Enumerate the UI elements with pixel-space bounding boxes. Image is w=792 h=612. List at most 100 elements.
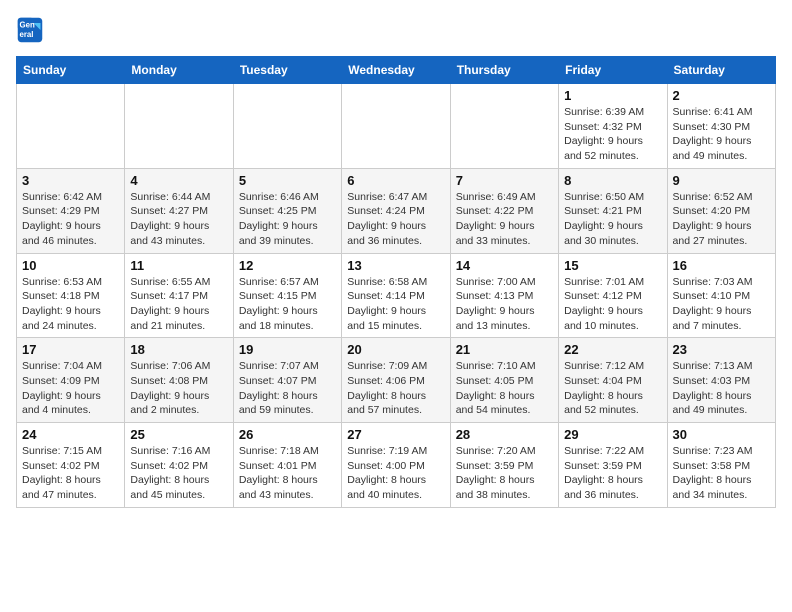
weekday-header-tuesday: Tuesday [233,57,341,84]
header: Gen eral [16,16,776,44]
day-number: 21 [456,342,553,357]
day-info: Sunrise: 7:19 AM Sunset: 4:00 PM Dayligh… [347,444,444,503]
logo-icon: Gen eral [16,16,44,44]
day-number: 7 [456,173,553,188]
day-info: Sunrise: 7:09 AM Sunset: 4:06 PM Dayligh… [347,359,444,418]
day-number: 16 [673,258,770,273]
calendar-cell: 22 Sunrise: 7:12 AM Sunset: 4:04 PM Dayli… [559,338,667,423]
weekday-header-friday: Friday [559,57,667,84]
day-info: Sunrise: 6:49 AM Sunset: 4:22 PM Dayligh… [456,190,553,249]
day-number: 17 [22,342,119,357]
day-info: Sunrise: 7:16 AM Sunset: 4:02 PM Dayligh… [130,444,227,503]
day-number: 19 [239,342,336,357]
day-info: Sunrise: 7:12 AM Sunset: 4:04 PM Dayligh… [564,359,661,418]
day-info: Sunrise: 6:44 AM Sunset: 4:27 PM Dayligh… [130,190,227,249]
calendar-cell [233,84,341,169]
week-row-4: 17 Sunrise: 7:04 AM Sunset: 4:09 PM Dayli… [17,338,776,423]
calendar-cell [450,84,558,169]
calendar-cell: 8 Sunrise: 6:50 AM Sunset: 4:21 PM Daylig… [559,168,667,253]
calendar-cell: 25 Sunrise: 7:16 AM Sunset: 4:02 PM Dayli… [125,423,233,508]
day-number: 28 [456,427,553,442]
week-row-1: 1 Sunrise: 6:39 AM Sunset: 4:32 PM Daylig… [17,84,776,169]
day-info: Sunrise: 7:07 AM Sunset: 4:07 PM Dayligh… [239,359,336,418]
svg-text:eral: eral [20,30,34,39]
calendar-cell [125,84,233,169]
day-info: Sunrise: 6:58 AM Sunset: 4:14 PM Dayligh… [347,275,444,334]
calendar-table: SundayMondayTuesdayWednesdayThursdayFrid… [16,56,776,508]
day-number: 30 [673,427,770,442]
calendar-cell: 21 Sunrise: 7:10 AM Sunset: 4:05 PM Dayli… [450,338,558,423]
day-info: Sunrise: 7:15 AM Sunset: 4:02 PM Dayligh… [22,444,119,503]
day-number: 2 [673,88,770,103]
day-number: 11 [130,258,227,273]
day-info: Sunrise: 6:57 AM Sunset: 4:15 PM Dayligh… [239,275,336,334]
calendar-cell [17,84,125,169]
day-number: 8 [564,173,661,188]
calendar-cell: 2 Sunrise: 6:41 AM Sunset: 4:30 PM Daylig… [667,84,775,169]
weekday-header-thursday: Thursday [450,57,558,84]
day-number: 4 [130,173,227,188]
day-number: 27 [347,427,444,442]
calendar-cell: 28 Sunrise: 7:20 AM Sunset: 3:59 PM Dayli… [450,423,558,508]
day-number: 5 [239,173,336,188]
calendar-cell: 9 Sunrise: 6:52 AM Sunset: 4:20 PM Daylig… [667,168,775,253]
day-info: Sunrise: 7:01 AM Sunset: 4:12 PM Dayligh… [564,275,661,334]
day-info: Sunrise: 6:50 AM Sunset: 4:21 PM Dayligh… [564,190,661,249]
day-number: 24 [22,427,119,442]
day-info: Sunrise: 7:04 AM Sunset: 4:09 PM Dayligh… [22,359,119,418]
day-info: Sunrise: 6:53 AM Sunset: 4:18 PM Dayligh… [22,275,119,334]
logo: Gen eral [16,16,48,44]
day-info: Sunrise: 6:55 AM Sunset: 4:17 PM Dayligh… [130,275,227,334]
day-number: 3 [22,173,119,188]
calendar-cell: 11 Sunrise: 6:55 AM Sunset: 4:17 PM Dayli… [125,253,233,338]
day-info: Sunrise: 7:03 AM Sunset: 4:10 PM Dayligh… [673,275,770,334]
calendar-cell [342,84,450,169]
week-row-5: 24 Sunrise: 7:15 AM Sunset: 4:02 PM Dayli… [17,423,776,508]
day-info: Sunrise: 7:06 AM Sunset: 4:08 PM Dayligh… [130,359,227,418]
day-number: 26 [239,427,336,442]
day-info: Sunrise: 7:00 AM Sunset: 4:13 PM Dayligh… [456,275,553,334]
calendar-cell: 1 Sunrise: 6:39 AM Sunset: 4:32 PM Daylig… [559,84,667,169]
calendar-cell: 27 Sunrise: 7:19 AM Sunset: 4:00 PM Dayli… [342,423,450,508]
calendar-cell: 29Sunrise: 7:22 AM Sunset: 3:59 PM Dayli… [559,423,667,508]
weekday-header-monday: Monday [125,57,233,84]
day-number: 18 [130,342,227,357]
day-info: Sunrise: 7:18 AM Sunset: 4:01 PM Dayligh… [239,444,336,503]
day-info: Sunrise: 7:23 AM Sunset: 3:58 PM Dayligh… [673,444,770,503]
day-info: Sunrise: 6:46 AM Sunset: 4:25 PM Dayligh… [239,190,336,249]
day-info: Sunrise: 7:10 AM Sunset: 4:05 PM Dayligh… [456,359,553,418]
day-info: Sunrise: 6:39 AM Sunset: 4:32 PM Dayligh… [564,105,661,164]
calendar-cell: 3 Sunrise: 6:42 AM Sunset: 4:29 PM Daylig… [17,168,125,253]
day-info: Sunrise: 7:20 AM Sunset: 3:59 PM Dayligh… [456,444,553,503]
day-info: Sunrise: 6:41 AM Sunset: 4:30 PM Dayligh… [673,105,770,164]
calendar-cell: 6Sunrise: 6:47 AM Sunset: 4:24 PM Daylig… [342,168,450,253]
day-number: 10 [22,258,119,273]
svg-text:Gen: Gen [20,20,35,29]
calendar-cell: 23Sunrise: 7:13 AM Sunset: 4:03 PM Dayli… [667,338,775,423]
day-number: 15 [564,258,661,273]
calendar-cell: 18 Sunrise: 7:06 AM Sunset: 4:08 PM Dayli… [125,338,233,423]
day-info: Sunrise: 6:52 AM Sunset: 4:20 PM Dayligh… [673,190,770,249]
calendar-cell: 5 Sunrise: 6:46 AM Sunset: 4:25 PM Daylig… [233,168,341,253]
calendar-cell: 14Sunrise: 7:00 AM Sunset: 4:13 PM Dayli… [450,253,558,338]
day-number: 13 [347,258,444,273]
day-number: 25 [130,427,227,442]
calendar-cell: 30 Sunrise: 7:23 AM Sunset: 3:58 PM Dayli… [667,423,775,508]
weekday-header-row: SundayMondayTuesdayWednesdayThursdayFrid… [17,57,776,84]
calendar-cell: 13 Sunrise: 6:58 AM Sunset: 4:14 PM Dayli… [342,253,450,338]
day-info: Sunrise: 7:22 AM Sunset: 3:59 PM Dayligh… [564,444,661,503]
day-info: Sunrise: 6:42 AM Sunset: 4:29 PM Dayligh… [22,190,119,249]
day-number: 20 [347,342,444,357]
day-info: Sunrise: 7:13 AM Sunset: 4:03 PM Dayligh… [673,359,770,418]
day-number: 22 [564,342,661,357]
weekday-header-wednesday: Wednesday [342,57,450,84]
day-number: 12 [239,258,336,273]
calendar-cell: 24 Sunrise: 7:15 AM Sunset: 4:02 PM Dayli… [17,423,125,508]
day-number: 9 [673,173,770,188]
calendar-cell: 16 Sunrise: 7:03 AM Sunset: 4:10 PM Dayli… [667,253,775,338]
calendar-cell: 12 Sunrise: 6:57 AM Sunset: 4:15 PM Dayli… [233,253,341,338]
calendar-cell: 7 Sunrise: 6:49 AM Sunset: 4:22 PM Daylig… [450,168,558,253]
week-row-3: 10 Sunrise: 6:53 AM Sunset: 4:18 PM Dayli… [17,253,776,338]
day-number: 1 [564,88,661,103]
calendar-cell: 15 Sunrise: 7:01 AM Sunset: 4:12 PM Dayli… [559,253,667,338]
